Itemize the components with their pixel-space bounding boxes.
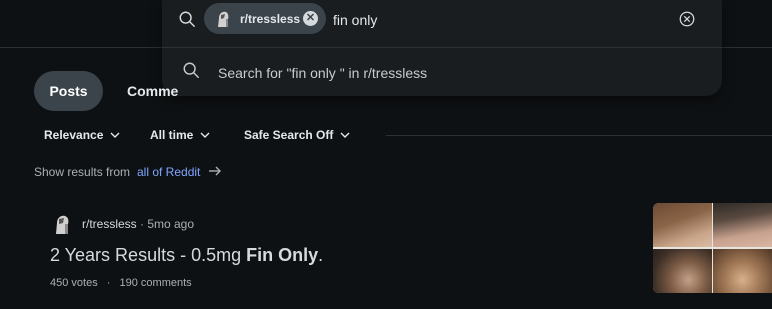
tab-comments[interactable]: Comme (127, 83, 178, 99)
chevron-down-icon (340, 132, 350, 138)
post-age: · 5mo ago (140, 217, 195, 231)
time-label: All time (150, 128, 194, 142)
thumbnail-image (713, 203, 772, 247)
sort-dropdown[interactable]: Relevance (44, 128, 120, 142)
search-suggestion[interactable]: Search for "fin only " in r/tressless (162, 48, 722, 94)
post-title-highlight: Fin Only (246, 245, 319, 265)
suggestion-text: Search for "fin only " in r/tressless (218, 65, 428, 81)
thumbnail-image (713, 249, 772, 293)
scope-label: Show results from (34, 165, 131, 179)
subreddit-avatar-icon[interactable] (52, 213, 72, 235)
search-icon (183, 62, 199, 78)
search-input[interactable] (333, 10, 653, 30)
post-subreddit-link[interactable]: r/tressless (82, 217, 137, 231)
thumbnail-image (653, 203, 712, 247)
search-icon (179, 11, 195, 27)
post-votes: 450 votes (50, 277, 98, 289)
community-chip-label: r/tressless (240, 11, 301, 26)
thumbnail-image (653, 249, 712, 293)
time-dropdown[interactable]: All time (150, 128, 210, 142)
tab-posts[interactable]: Posts (34, 71, 103, 111)
post-title-end: . (318, 245, 324, 265)
chevron-down-icon (200, 132, 210, 138)
filter-divider (386, 135, 772, 136)
close-icon[interactable]: ✕ (303, 11, 318, 26)
all-of-reddit-link[interactable]: all of Reddit (137, 165, 200, 179)
subreddit-avatar-icon (218, 11, 229, 27)
close-circle-icon[interactable] (678, 10, 696, 28)
search-dropdown: r/tressless ✕ Search for "fin only " in … (162, 0, 722, 96)
search-bar: r/tressless ✕ (162, 0, 722, 48)
stats-separator: · (106, 277, 111, 289)
post-stats: 450 votes · 190 comments (50, 277, 192, 289)
post-title[interactable]: 2 Years Results - 0.5mg Fin Only. (50, 245, 323, 266)
chevron-down-icon (110, 132, 120, 138)
community-filter-chip[interactable]: r/tressless ✕ (204, 3, 326, 34)
post-comments[interactable]: 190 comments (120, 277, 192, 289)
post-thumbnail[interactable] (653, 203, 772, 293)
post-title-text: 2 Years Results - 0.5mg (50, 245, 247, 265)
safe-search-label: Safe Search Off (244, 128, 334, 142)
safe-search-dropdown[interactable]: Safe Search Off (244, 128, 350, 142)
arrow-right-icon[interactable] (208, 164, 222, 178)
sort-label: Relevance (44, 128, 104, 142)
